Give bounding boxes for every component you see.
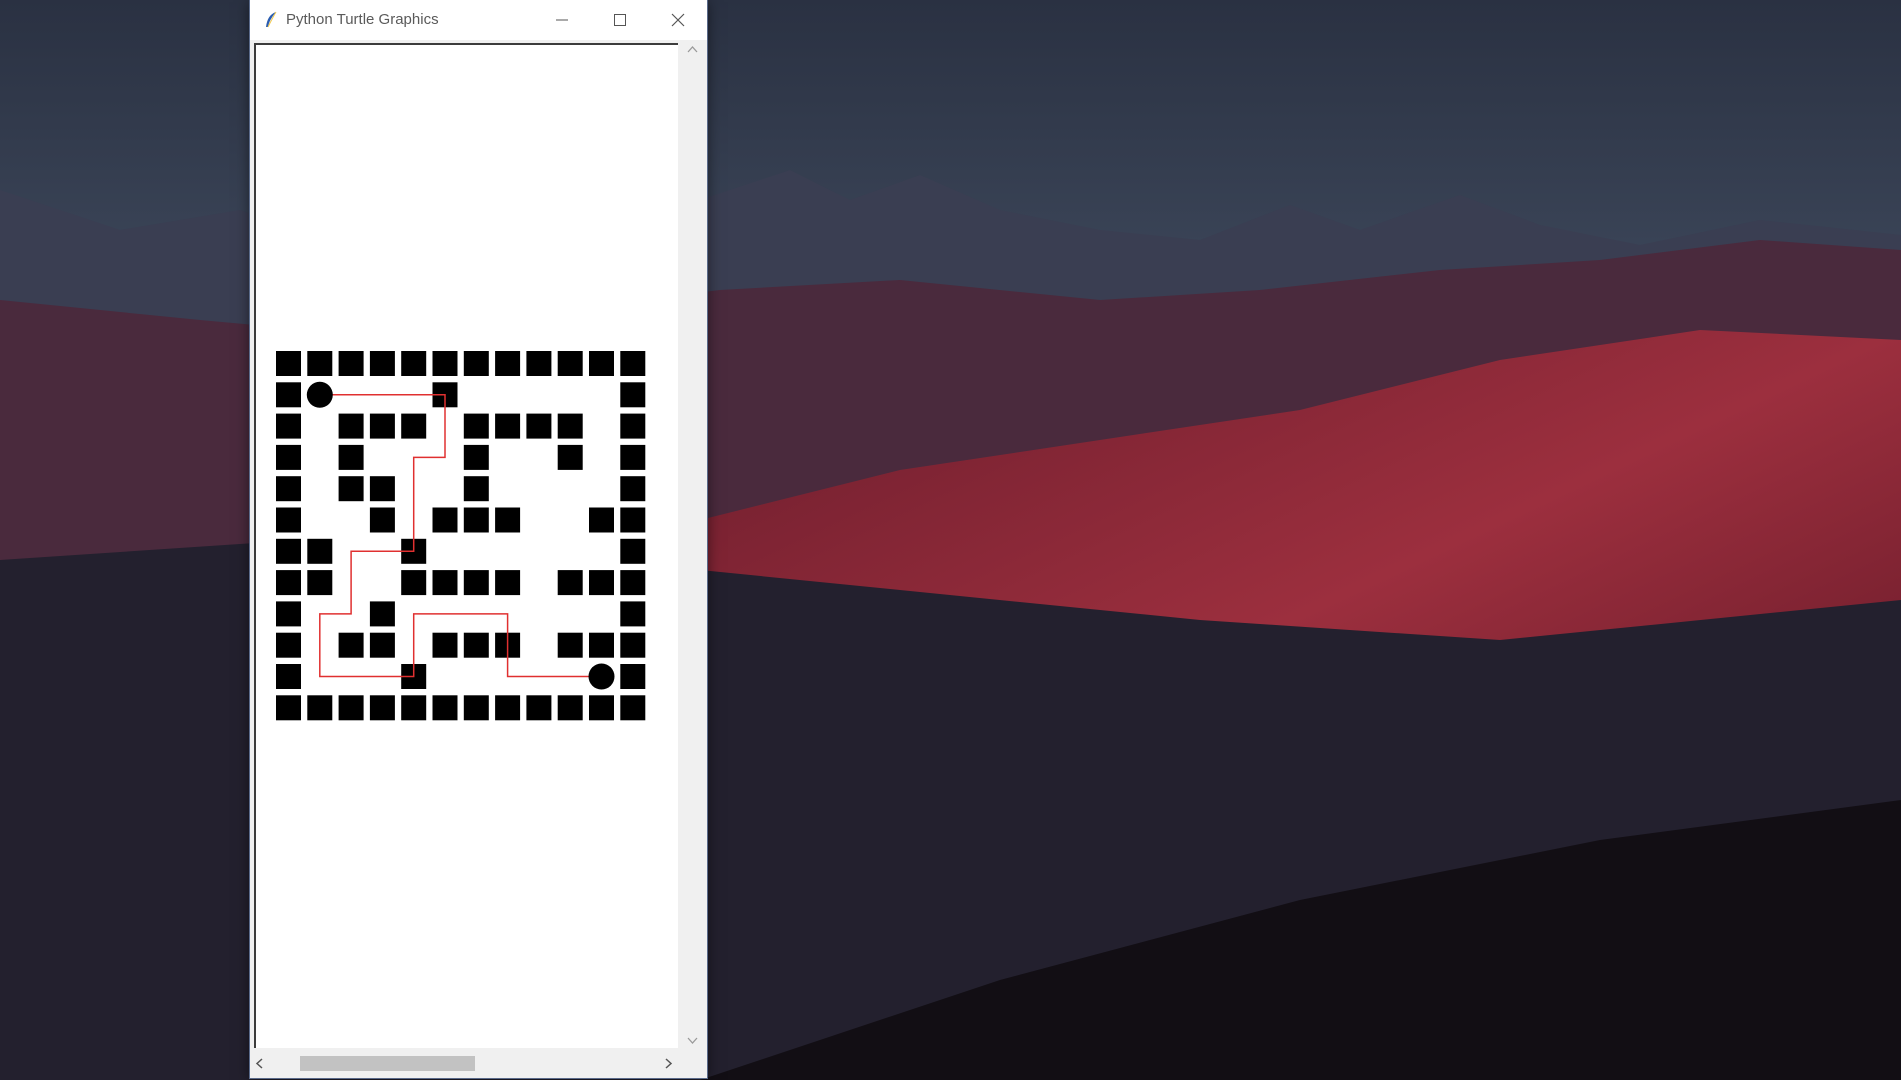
vertical-scrollbar[interactable] — [682, 40, 703, 1052]
maze-wall — [307, 351, 333, 376]
maze-wall — [276, 351, 301, 376]
maze-wall — [589, 507, 614, 533]
maze-wall — [463, 695, 489, 721]
maze-wall — [495, 695, 521, 721]
maze-wall — [432, 351, 458, 376]
scroll-right-icon[interactable] — [665, 1058, 673, 1069]
maze-wall — [276, 664, 301, 689]
turtle-canvas[interactable] — [254, 43, 678, 1048]
scroll-down-icon[interactable] — [687, 1037, 698, 1045]
close-button[interactable] — [649, 0, 707, 40]
horizontal-scrollbar[interactable] — [250, 1052, 682, 1074]
maze-wall — [401, 570, 427, 596]
maximize-button[interactable] — [591, 0, 649, 40]
maze-wall — [495, 413, 521, 439]
maze-wall — [620, 413, 646, 439]
maze-wall — [401, 351, 427, 376]
maze-wall — [276, 444, 301, 470]
maze-wall — [369, 413, 395, 439]
maze-wall — [463, 476, 489, 502]
maze-wall — [589, 351, 614, 376]
maze-wall — [463, 444, 489, 470]
end-marker — [588, 663, 615, 690]
maze-wall — [276, 538, 301, 564]
maze-wall — [526, 351, 552, 376]
maze-wall — [463, 351, 489, 376]
title-bar[interactable]: Python Turtle Graphics — [250, 0, 707, 40]
maze — [276, 351, 646, 721]
maze-wall — [338, 632, 364, 658]
minimize-button[interactable] — [533, 0, 591, 40]
maze-wall — [369, 632, 395, 658]
scroll-left-icon[interactable] — [255, 1058, 263, 1069]
maze-wall — [620, 632, 646, 658]
maze-wall — [463, 507, 489, 533]
maze-wall — [338, 695, 364, 721]
maze-wall — [276, 476, 301, 502]
turtle-window: Python Turtle Graphics — [250, 0, 707, 1078]
maze-wall — [338, 413, 364, 439]
maze-wall — [620, 695, 646, 721]
maze-wall — [369, 476, 395, 502]
maze-wall — [401, 413, 427, 439]
maze-wall — [307, 695, 333, 721]
maze-wall — [338, 476, 364, 502]
maze-wall — [276, 632, 301, 658]
maze-wall — [369, 507, 395, 533]
maze-wall — [495, 570, 521, 596]
maximize-icon — [614, 14, 626, 26]
feather-icon — [266, 11, 277, 28]
maze-wall — [432, 507, 458, 533]
maze-wall — [401, 695, 427, 721]
maze-wall — [620, 476, 646, 502]
maze-wall — [432, 570, 458, 596]
maze-wall — [589, 570, 614, 596]
maze-wall — [463, 632, 489, 658]
maze-wall — [463, 570, 489, 596]
maze-wall — [620, 351, 646, 376]
maze-wall — [432, 632, 458, 658]
scroll-up-icon[interactable] — [687, 45, 698, 53]
maze-wall — [557, 444, 583, 470]
maze-wall — [620, 507, 646, 533]
horizontal-scroll-thumb[interactable] — [300, 1056, 475, 1071]
maze-wall — [369, 601, 395, 627]
maze-wall — [557, 695, 583, 721]
maze-wall — [276, 570, 301, 596]
maze-wall — [526, 413, 552, 439]
maze-wall — [432, 695, 458, 721]
maze-wall — [495, 351, 521, 376]
maze-wall — [307, 570, 333, 596]
maze-wall — [307, 538, 333, 564]
maze-wall — [495, 507, 521, 533]
maze-wall — [276, 507, 301, 533]
maze-wall — [276, 382, 301, 408]
minimize-icon — [556, 19, 568, 21]
maze-wall — [276, 695, 301, 721]
maze-wall — [620, 538, 646, 564]
maze-wall — [620, 382, 646, 408]
maze-wall — [338, 351, 364, 376]
maze-wall — [369, 351, 395, 376]
window-title: Python Turtle Graphics — [286, 11, 439, 28]
maze-wall — [369, 695, 395, 721]
close-icon — [671, 13, 685, 27]
maze-wall — [463, 413, 489, 439]
maze-wall — [557, 351, 583, 376]
maze-wall — [620, 664, 646, 689]
maze-wall — [620, 444, 646, 470]
maze-wall — [557, 413, 583, 439]
maze-wall — [589, 632, 614, 658]
maze-wall — [338, 444, 364, 470]
maze-wall — [276, 601, 301, 627]
maze-wall — [620, 601, 646, 627]
maze-wall — [557, 632, 583, 658]
start-marker — [306, 381, 333, 408]
maze-wall — [526, 695, 552, 721]
maze-wall — [557, 570, 583, 596]
maze-wall — [620, 570, 646, 596]
maze-wall — [276, 413, 301, 439]
maze-wall — [589, 695, 614, 721]
